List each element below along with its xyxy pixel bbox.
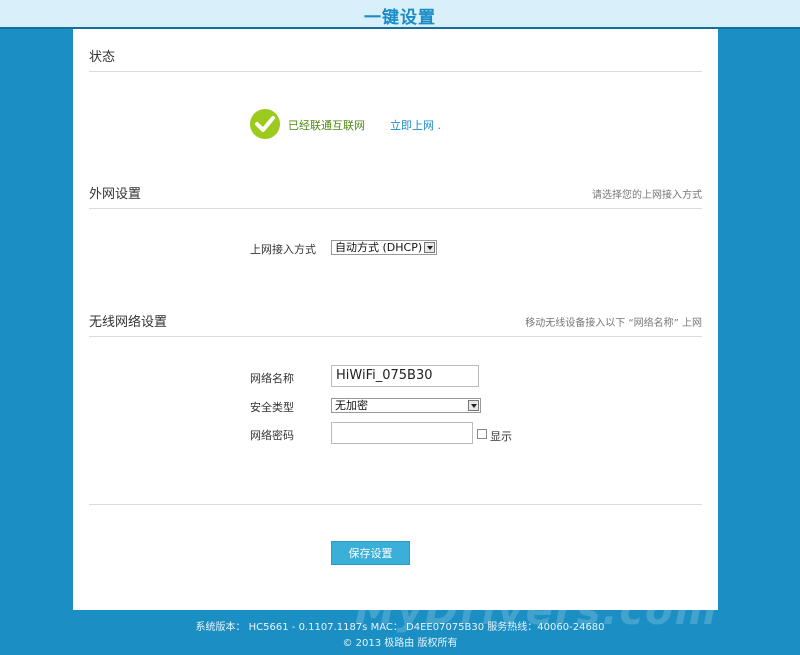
security-type-select[interactable]: 无加密 bbox=[331, 398, 481, 413]
check-icon bbox=[250, 109, 280, 139]
go-online-link[interactable]: 立即上网 . bbox=[390, 117, 441, 133]
ssid-input[interactable]: HiWiFi_075B30 bbox=[331, 365, 479, 387]
show-password-label: 显示 bbox=[490, 430, 512, 443]
security-type-label: 安全类型 bbox=[250, 401, 294, 414]
section-title-status: 状态 bbox=[89, 50, 116, 65]
security-type-value: 无加密 bbox=[335, 399, 368, 412]
status-message: 已经联通互联网 bbox=[288, 119, 365, 132]
chevron-down-icon bbox=[468, 400, 479, 411]
footer-copyright: © 2013 极路由 版权所有 bbox=[342, 638, 458, 649]
divider bbox=[89, 71, 702, 72]
access-mode-label: 上网接入方式 bbox=[250, 243, 316, 256]
wireless-hint: 移动无线设备接入以下 “网络名称” 上网 bbox=[525, 318, 702, 329]
divider bbox=[89, 208, 702, 209]
access-mode-value: 自动方式 (DHCP) bbox=[335, 241, 423, 254]
page-title: 一键设置 bbox=[364, 8, 436, 28]
show-password-checkbox[interactable] bbox=[477, 429, 487, 439]
section-title-wan: 外网设置 bbox=[89, 187, 142, 202]
save-button[interactable]: 保存设置 bbox=[331, 541, 410, 565]
divider bbox=[89, 504, 702, 505]
divider bbox=[89, 336, 702, 337]
chevron-down-icon bbox=[424, 242, 435, 253]
settings-panel: 状态 已经联通互联网 立即上网 . 外网设置 请选择您的上网接入方式 上网接入方… bbox=[73, 29, 718, 610]
access-mode-select[interactable]: 自动方式 (DHCP) bbox=[331, 240, 437, 255]
password-label: 网络密码 bbox=[250, 429, 294, 442]
password-input[interactable] bbox=[331, 422, 473, 444]
ssid-label: 网络名称 bbox=[250, 372, 294, 385]
watermark: MyDrivers.com bbox=[355, 588, 719, 634]
wan-hint: 请选择您的上网接入方式 bbox=[592, 190, 702, 201]
top-bar: 一键设置 bbox=[0, 0, 800, 29]
section-title-wireless: 无线网络设置 bbox=[89, 315, 168, 330]
